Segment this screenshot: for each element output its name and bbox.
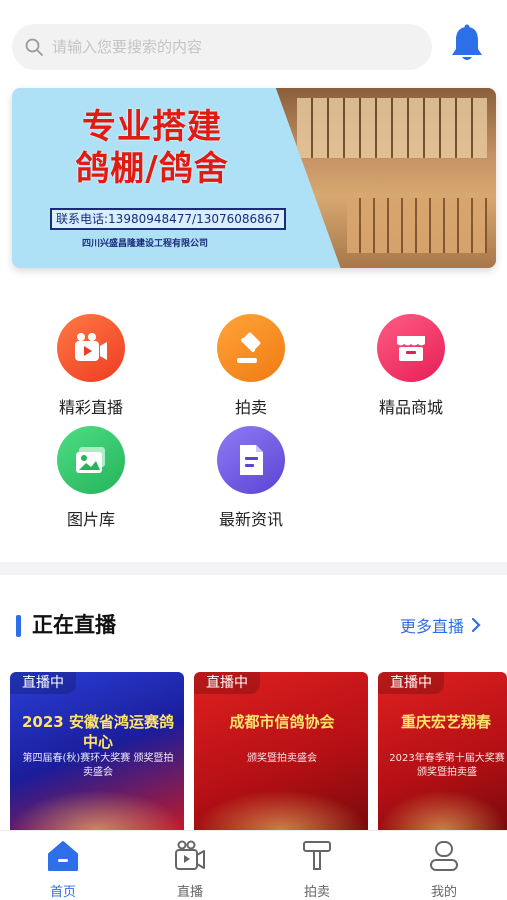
bell-icon[interactable] xyxy=(448,24,486,64)
menu-item-gallery[interactable]: 图片库 xyxy=(31,426,151,530)
user-icon xyxy=(430,841,458,871)
gavel-icon xyxy=(217,314,285,382)
banner-headline-line1: 专业搭建 xyxy=(82,107,222,147)
menu-item-label: 图片库 xyxy=(66,510,115,529)
live-badge: 直播中 xyxy=(10,672,76,694)
store-icon xyxy=(377,314,445,382)
banner-photo xyxy=(275,88,496,268)
live-badge: 直播中 xyxy=(378,672,444,694)
more-live-link[interactable]: 更多直播 xyxy=(400,613,482,637)
menu-item-label: 精彩直播 xyxy=(58,398,123,417)
section-title: 正在直播 xyxy=(32,613,116,637)
top-bar xyxy=(0,0,507,78)
more-live-label: 更多直播 xyxy=(400,617,465,636)
menu-item-label: 精品商城 xyxy=(378,398,443,417)
gavel-tab-icon xyxy=(303,841,331,870)
live-card-title: 成都市信鸽协会 xyxy=(229,713,335,731)
tab-mine[interactable]: 我的 xyxy=(399,839,489,900)
menu-item-live[interactable]: 精彩直播 xyxy=(31,314,151,418)
tab-label: 拍卖 xyxy=(303,885,330,900)
tab-home[interactable]: 首页 xyxy=(18,839,108,900)
live-section: 正在直播 更多直播 直播中 2023 安徽省鸿运赛鸽中心 第四届春(秋)赛环大奖… xyxy=(0,575,507,830)
banner-phone: 联系电话:13980948477/13076086867 xyxy=(50,208,287,230)
menu-item-news[interactable]: 最新资讯 xyxy=(191,426,311,530)
live-card[interactable]: 直播中 2023 安徽省鸿运赛鸽中心 第四届春(秋)赛环大奖赛 颁奖暨拍卖盛会 xyxy=(10,672,184,830)
live-badge: 直播中 xyxy=(194,672,260,694)
function-grid: 精彩直播 拍卖 精品商城 图片库 最新资讯 xyxy=(0,290,507,562)
search-icon xyxy=(25,38,43,56)
tab-auction[interactable]: 拍卖 xyxy=(272,839,362,900)
banner-company: 四川兴盛昌隆建设工程有限公司 xyxy=(82,239,209,249)
banner-headline: 专业搭建 鸽棚/鸽舍 xyxy=(32,106,272,190)
tab-live[interactable]: 直播 xyxy=(145,839,235,900)
live-card[interactable]: 直播中 重庆宏艺翔春 2023年春季第十届大奖赛 颁奖暨拍卖盛 xyxy=(378,672,507,830)
live-card-subtitle: 第四届春(秋)赛环大奖赛 颁奖暨拍卖盛会 xyxy=(22,753,174,778)
menu-item-label: 拍卖 xyxy=(234,398,267,417)
home-icon xyxy=(48,841,78,871)
banner-section: 专业搭建 鸽棚/鸽舍 联系电话:13980948477/13076086867 … xyxy=(0,78,507,290)
image-icon xyxy=(57,426,125,494)
chevron-right-icon xyxy=(471,617,481,633)
search-box[interactable] xyxy=(12,24,432,70)
menu-item-label: 最新资讯 xyxy=(218,510,283,529)
banner-headline-line2: 鸽棚/鸽舍 xyxy=(75,149,229,189)
menu-item-auction[interactable]: 拍卖 xyxy=(191,314,311,418)
tab-label: 首页 xyxy=(49,885,76,900)
tab-label: 我的 xyxy=(430,885,457,900)
live-card[interactable]: 直播中 成都市信鸽协会 颁奖暨拍卖盛会 xyxy=(194,672,368,830)
live-card-subtitle: 2023年春季第十届大奖赛 颁奖暨拍卖盛 xyxy=(389,753,505,778)
news-icon xyxy=(217,426,285,494)
menu-item-mall[interactable]: 精品商城 xyxy=(351,314,471,418)
video-camera-icon xyxy=(57,314,125,382)
live-camera-icon xyxy=(175,840,205,870)
bottom-tab-bar: 首页 直播 拍卖 我的 xyxy=(0,830,507,900)
live-card-subtitle: 颁奖暨拍卖盛会 xyxy=(247,753,317,764)
tab-label: 直播 xyxy=(176,885,203,900)
search-input[interactable] xyxy=(52,38,412,56)
live-card-title: 重庆宏艺翔春 xyxy=(400,713,491,731)
live-card-title: 2023 安徽省鸿运赛鸽中心 xyxy=(22,713,174,751)
section-accent-bar xyxy=(16,615,21,637)
promo-banner[interactable]: 专业搭建 鸽棚/鸽舍 联系电话:13980948477/13076086867 … xyxy=(12,88,496,268)
